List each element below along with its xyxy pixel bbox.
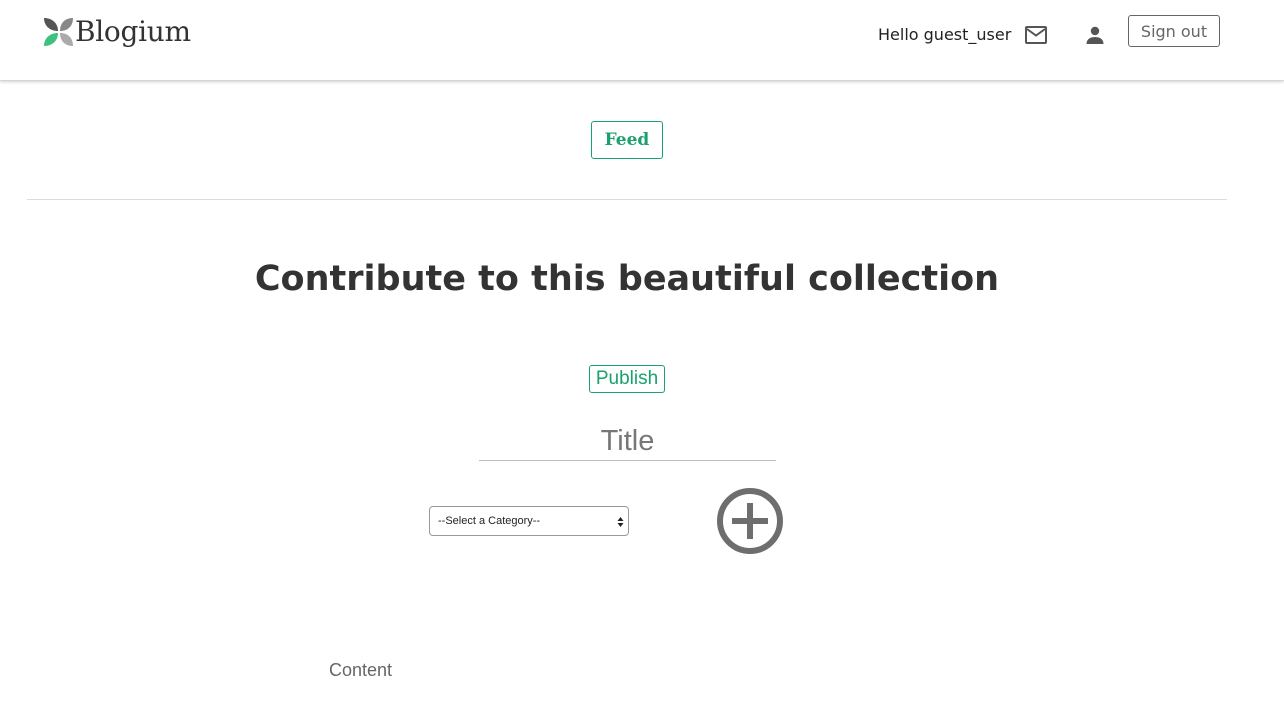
top-navbar: Blogium Hello guest_user Sign out — [0, 0, 1284, 81]
category-selected-value: --Select a Category-- — [438, 515, 541, 527]
title-input[interactable] — [479, 423, 776, 461]
brand-name: Blogium — [75, 15, 191, 48]
select-arrows-icon — [617, 517, 624, 527]
category-select[interactable]: --Select a Category-- — [429, 506, 629, 536]
feed-button[interactable]: Feed — [591, 121, 663, 159]
person-icon[interactable] — [1083, 23, 1107, 47]
brand[interactable]: Blogium — [42, 15, 191, 49]
sign-out-button[interactable]: Sign out — [1128, 15, 1220, 47]
leaf-logo-icon — [44, 18, 73, 46]
page-heading: Contribute to this beautiful collection — [254, 259, 1000, 299]
section-divider — [27, 199, 1227, 200]
greeting-text: Hello guest_user — [878, 25, 1012, 44]
publish-button[interactable]: Publish — [589, 365, 665, 393]
plus-circle-icon[interactable] — [716, 487, 784, 555]
mail-outline-icon[interactable] — [1024, 24, 1048, 46]
content-label: Content — [329, 660, 393, 680]
